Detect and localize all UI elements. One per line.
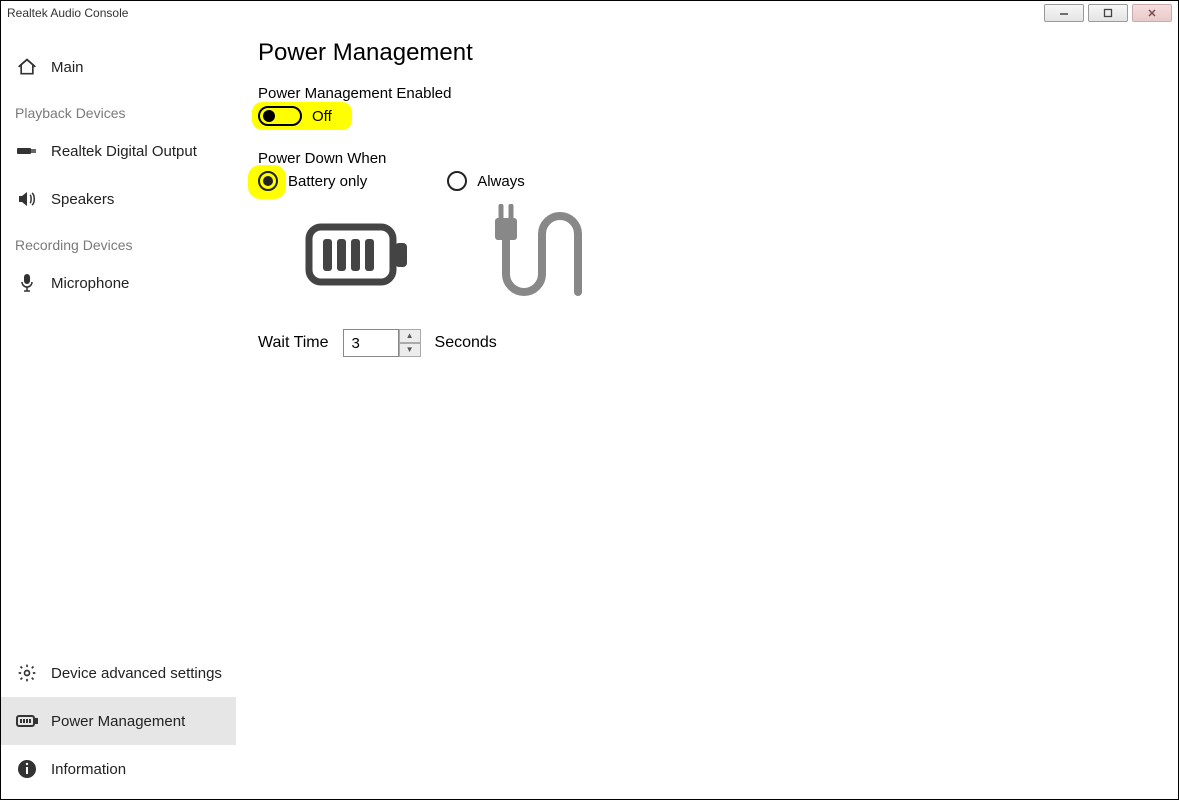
- nav-advanced-settings[interactable]: Device advanced settings: [1, 649, 236, 697]
- plug-illustration-icon: [478, 209, 598, 299]
- digital-output-icon: [15, 145, 39, 157]
- minimize-button[interactable]: [1044, 4, 1084, 22]
- nav-digital-output[interactable]: Realtek Digital Output: [1, 127, 236, 175]
- content-panel: Power Management Power Management Enable…: [236, 25, 1178, 799]
- group-recording: Recording Devices: [1, 223, 236, 259]
- home-icon: [15, 57, 39, 77]
- battery-icon: [15, 714, 39, 728]
- title-bar: Realtek Audio Console: [1, 1, 1178, 25]
- nav-microphone-label: Microphone: [51, 275, 129, 292]
- info-icon: [15, 759, 39, 779]
- radio-always[interactable]: [447, 171, 467, 191]
- speaker-icon: [15, 190, 39, 208]
- nav-speakers[interactable]: Speakers: [1, 175, 236, 223]
- pm-enabled-state: Off: [312, 108, 332, 125]
- nav-information-label: Information: [51, 761, 126, 778]
- radio-always-wrap[interactable]: Always: [447, 171, 525, 191]
- nav-microphone[interactable]: Microphone: [1, 259, 236, 307]
- nav-power-management[interactable]: Power Management: [1, 697, 236, 745]
- nav-main[interactable]: Main: [1, 43, 236, 91]
- sidebar: Main Playback Devices Realtek Digital Ou…: [1, 25, 236, 799]
- nav-power-label: Power Management: [51, 713, 185, 730]
- gear-icon: [15, 663, 39, 683]
- wait-time-down-button[interactable]: ▼: [399, 343, 421, 357]
- wait-time-input[interactable]: [343, 329, 399, 357]
- radio-always-label: Always: [477, 173, 525, 190]
- radio-battery-label: Battery only: [288, 173, 367, 190]
- wait-time-unit: Seconds: [435, 334, 497, 352]
- pm-enabled-label: Power Management Enabled: [258, 85, 1156, 102]
- pm-enabled-toggle[interactable]: [258, 106, 302, 126]
- radio-battery[interactable]: [258, 171, 278, 191]
- power-down-label: Power Down When: [258, 150, 1156, 167]
- wait-time-label: Wait Time: [258, 334, 329, 352]
- group-playback: Playback Devices: [1, 91, 236, 127]
- nav-speakers-label: Speakers: [51, 191, 114, 208]
- battery-illustration-icon: [298, 209, 418, 299]
- radio-battery-wrap[interactable]: Battery only: [258, 171, 367, 191]
- wait-time-up-button[interactable]: ▲: [399, 329, 421, 343]
- nav-digital-output-label: Realtek Digital Output: [51, 143, 197, 160]
- nav-information[interactable]: Information: [1, 745, 236, 793]
- nav-advanced-label: Device advanced settings: [51, 665, 222, 682]
- microphone-icon: [15, 273, 39, 293]
- maximize-button[interactable]: [1088, 4, 1128, 22]
- window-title: Realtek Audio Console: [7, 6, 128, 20]
- nav-main-label: Main: [51, 59, 84, 76]
- page-title: Power Management: [258, 39, 1156, 67]
- close-button[interactable]: [1132, 4, 1172, 22]
